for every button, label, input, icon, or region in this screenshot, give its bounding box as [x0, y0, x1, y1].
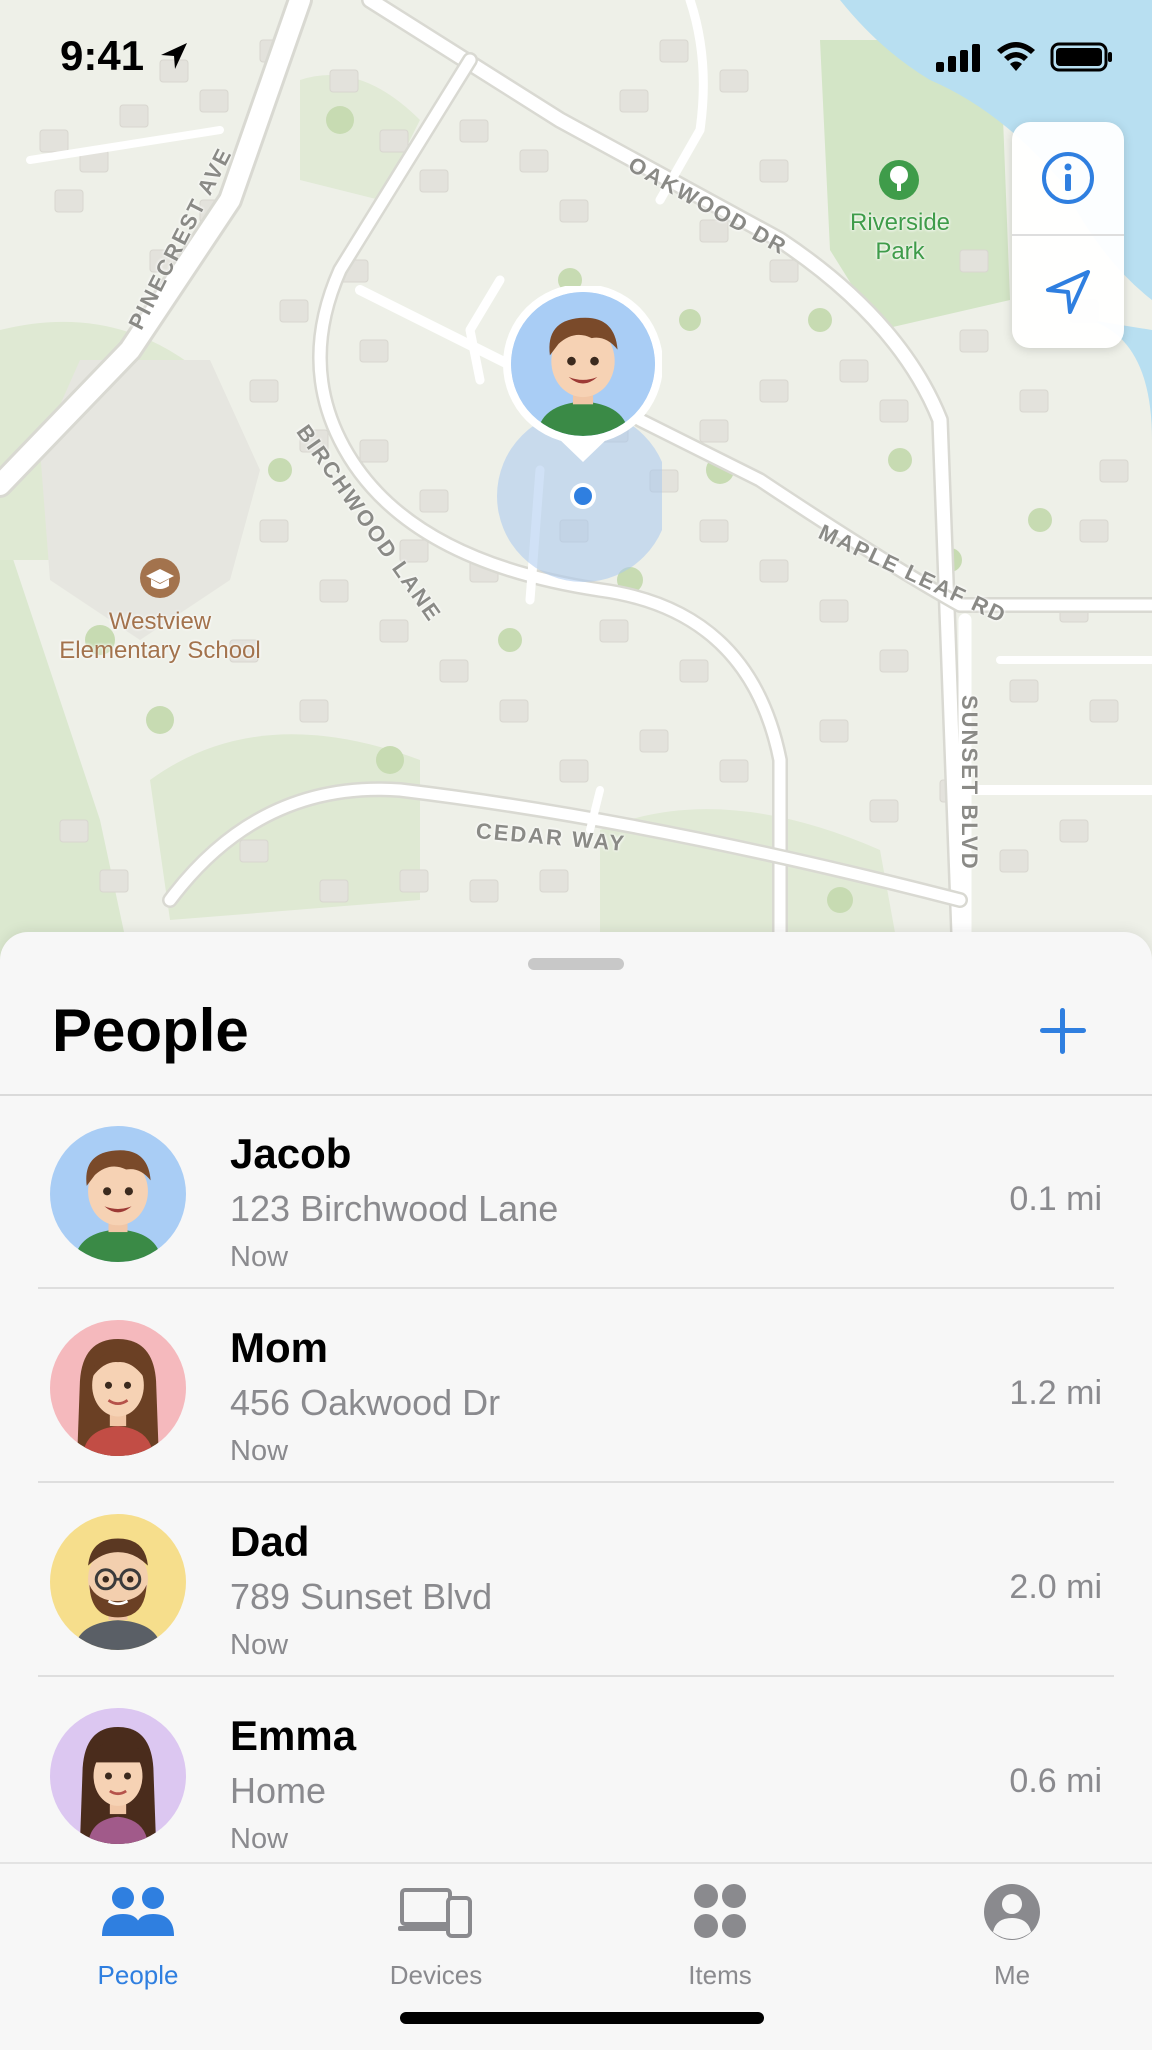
devices-icon — [398, 1888, 472, 1938]
sheet-grabber[interactable] — [528, 958, 624, 970]
person-name: Jacob — [230, 1130, 352, 1177]
person-address: 789 Sunset Blvd — [230, 1576, 493, 1617]
add-person-button[interactable] — [1030, 998, 1096, 1064]
person-address: 123 Birchwood Lane — [230, 1188, 559, 1229]
row-divider — [38, 1481, 1114, 1483]
person-updated: Now — [230, 1823, 289, 1855]
park-label-line2: Park — [875, 238, 925, 265]
tab-label: Items — [688, 1960, 752, 1990]
tab-me[interactable]: Me — [912, 1882, 1112, 1992]
person-row-mom[interactable]: Mom 456 Oakwood Dr Now 1.2 mi — [0, 1290, 1152, 1483]
row-divider — [38, 1675, 1114, 1677]
person-distance: 0.6 mi — [1009, 1762, 1102, 1800]
person-circle-icon — [984, 1884, 1040, 1940]
park-label[interactable]: Riverside Park — [830, 208, 970, 266]
items-icon — [694, 1884, 746, 1938]
person-distance: 1.2 mi — [1009, 1374, 1102, 1412]
map-controls — [1012, 122, 1124, 348]
school-label[interactable]: Westview Elementary School — [40, 607, 280, 665]
person-updated: Now — [230, 1629, 289, 1661]
tree-icon[interactable] — [879, 160, 919, 200]
school-label-line1: Westview — [108, 608, 212, 635]
tab-devices[interactable]: Devices — [336, 1882, 536, 1992]
school-label-line2: Elementary School — [59, 637, 261, 664]
person-row-dad[interactable]: Dad 789 Sunset Blvd Now 2.0 mi — [0, 1484, 1152, 1677]
row-divider — [38, 1287, 1114, 1289]
park-label-line1: Riverside — [849, 209, 951, 236]
wifi-icon — [997, 42, 1035, 71]
people-icon — [102, 1887, 174, 1936]
info-button[interactable] — [1012, 122, 1124, 234]
status-time: 9:41 — [60, 32, 145, 79]
graduation-cap-icon[interactable] — [140, 558, 180, 598]
street-label-sunset: SUNSET BLVD — [957, 695, 982, 871]
location-services-icon — [161, 43, 187, 69]
cellular-signal-icon — [936, 44, 980, 72]
home-indicator[interactable] — [400, 2012, 764, 2024]
avatar-jacob — [50, 1126, 186, 1262]
location-arrow-icon — [1046, 270, 1090, 314]
map-view[interactable]: PINECREST AVE OAKWOOD DR BIRCHWOOD LANE … — [0, 0, 1152, 960]
tab-label: Me — [993, 1960, 1031, 1990]
status-bar: 9:41 — [0, 0, 1152, 110]
avatar-mom — [50, 1320, 186, 1456]
tab-items[interactable]: Items — [620, 1882, 820, 1992]
tab-people[interactable]: People — [38, 1882, 238, 1992]
person-address: 456 Oakwood Dr — [230, 1382, 501, 1423]
person-name: Emma — [230, 1712, 357, 1759]
info-icon — [1042, 152, 1094, 204]
person-row-jacob[interactable]: Jacob 123 Birchwood Lane Now 0.1 mi — [0, 1096, 1152, 1289]
person-row-emma[interactable]: Emma Home Now 0.6 mi — [0, 1678, 1152, 1871]
person-distance: 0.1 mi — [1009, 1180, 1102, 1218]
memoji-avatar-jacob-marker — [511, 292, 655, 436]
person-address: Home — [230, 1770, 327, 1811]
avatar-emma — [50, 1708, 186, 1844]
sheet-title: People — [52, 997, 249, 1064]
person-updated: Now — [230, 1435, 289, 1467]
person-location-marker[interactable] — [497, 286, 666, 582]
avatar-dad — [50, 1514, 186, 1650]
person-distance: 2.0 mi — [1009, 1568, 1102, 1606]
plus-icon — [1040, 1008, 1086, 1054]
tab-label: Devices — [389, 1960, 483, 1990]
tab-label: People — [97, 1960, 179, 1990]
person-name: Dad — [230, 1518, 310, 1565]
locate-button[interactable] — [1012, 236, 1124, 348]
person-updated: Now — [230, 1241, 289, 1273]
person-name: Mom — [230, 1324, 328, 1371]
battery-icon — [1050, 42, 1112, 72]
